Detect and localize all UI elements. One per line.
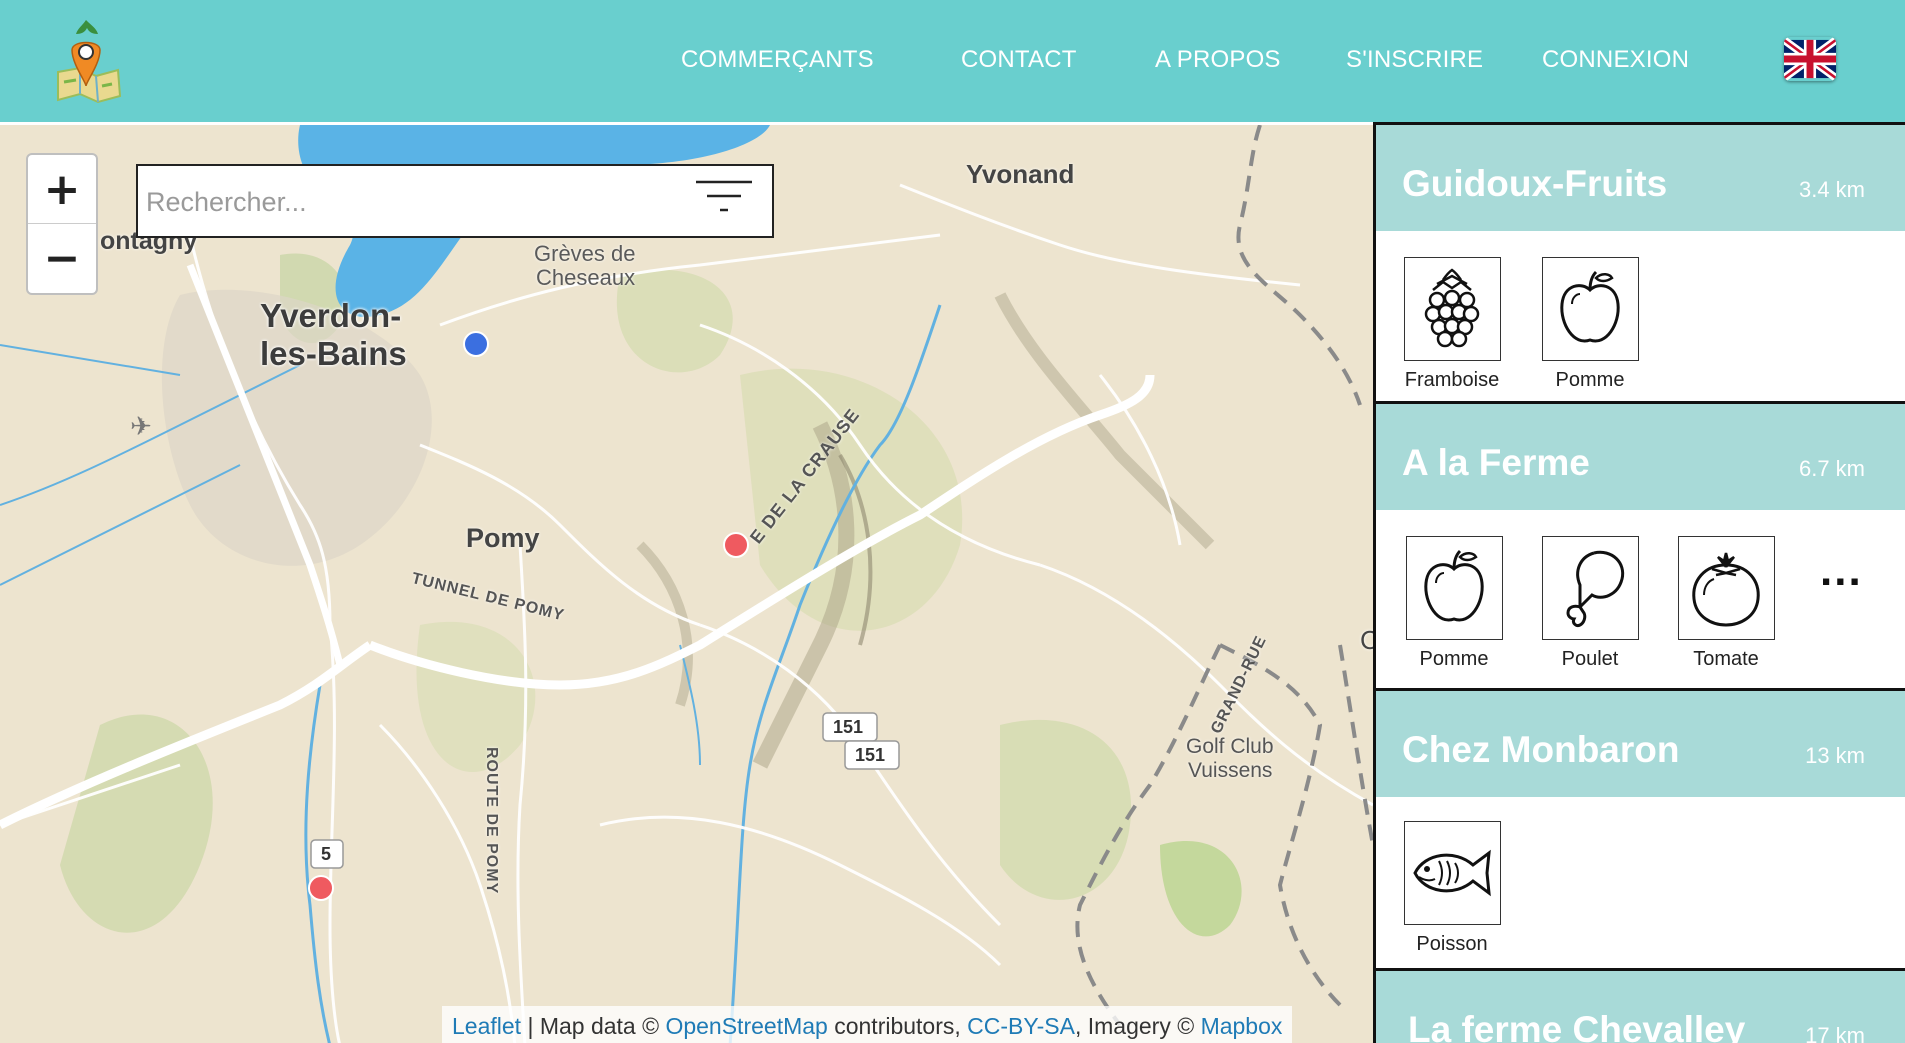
nav-commercants[interactable]: COMMERÇANTS bbox=[681, 46, 874, 74]
shop-list-sidebar: Guidoux-Fruits 3.4 km Framboise Pomme A … bbox=[1373, 122, 1905, 1043]
fish-icon[interactable] bbox=[1403, 821, 1501, 925]
product-item[interactable]: Pomme bbox=[1540, 257, 1640, 392]
product-label: Poulet bbox=[1561, 648, 1619, 670]
map-label-yverdon-2: les-Bains bbox=[260, 335, 407, 372]
shop-card[interactable]: Chez Monbaron 13 km Poisson bbox=[1376, 691, 1905, 971]
map-label-golf-2: Vuissens bbox=[1188, 759, 1273, 782]
product-item[interactable]: Pomme bbox=[1404, 536, 1504, 671]
road-number-151-b: 151 bbox=[855, 745, 886, 765]
zoom-control: + − bbox=[26, 153, 98, 295]
user-location-marker[interactable] bbox=[463, 331, 489, 357]
more-products-button[interactable]: ... bbox=[1820, 546, 1863, 596]
shop-card[interactable]: La ferme Chevalley 17 km bbox=[1376, 971, 1905, 1043]
carrot-map-pin-icon[interactable] bbox=[52, 16, 122, 104]
shop-name: Chez Monbaron bbox=[1402, 729, 1680, 770]
map-tiles: ✈ bbox=[0, 125, 1373, 1043]
map-label-pomy: Pomy bbox=[466, 523, 540, 553]
leaflet-link[interactable]: Leaflet bbox=[452, 1013, 521, 1040]
map-label-greves-2: Grèves de bbox=[534, 241, 636, 266]
shop-products: Pomme Poulet Tomate ... bbox=[1376, 510, 1905, 688]
map-label-yvonand: Yvonand bbox=[966, 159, 1075, 189]
shop-card[interactable]: Guidoux-Fruits 3.4 km Framboise Pomme bbox=[1376, 125, 1905, 404]
shop-card[interactable]: A la Ferme 6.7 km Pomme Poulet Tomate ..… bbox=[1376, 404, 1905, 691]
shop-distance: 13 km bbox=[1805, 743, 1865, 768]
product-item[interactable]: Poisson bbox=[1402, 821, 1502, 956]
attribution-text: , Imagery © bbox=[1074, 1012, 1201, 1039]
apple-icon[interactable] bbox=[1405, 536, 1503, 640]
product-label: Framboise bbox=[1404, 369, 1500, 391]
nav-sinscrire[interactable]: S'INSCRIRE bbox=[1346, 46, 1483, 74]
shop-distance: 3.4 km bbox=[1798, 177, 1865, 202]
map-label-edge: C bbox=[1360, 625, 1373, 656]
search-input[interactable] bbox=[146, 178, 686, 226]
shop-marker[interactable] bbox=[723, 532, 749, 558]
uk-flag-icon[interactable] bbox=[1784, 37, 1836, 81]
shop-distance: 17 km bbox=[1805, 1023, 1865, 1043]
top-navbar: COMMERÇANTS CONTACT A PROPOS S'INSCRIRE … bbox=[0, 0, 1905, 122]
zoom-out-button[interactable]: − bbox=[28, 224, 96, 293]
product-label: Pomme bbox=[1555, 369, 1625, 391]
shop-name: A la Ferme bbox=[1402, 442, 1590, 483]
product-item[interactable]: Tomate bbox=[1676, 536, 1776, 671]
raspberry-icon[interactable] bbox=[1403, 257, 1501, 361]
zoom-in-button[interactable]: + bbox=[28, 155, 96, 224]
shop-card-header[interactable]: La ferme Chevalley 17 km bbox=[1376, 971, 1905, 1043]
map-label-route-pomy: ROUTE DE POMY bbox=[483, 747, 500, 895]
product-label: Pomme bbox=[1419, 648, 1489, 670]
shop-name: Guidoux-Fruits bbox=[1402, 163, 1668, 204]
shop-marker[interactable] bbox=[308, 875, 334, 901]
product-label: Tomate bbox=[1693, 648, 1759, 670]
nav-connexion[interactable]: CONNEXION bbox=[1542, 46, 1689, 74]
search-box bbox=[136, 164, 774, 238]
map-label-greves-3: Cheseaux bbox=[536, 265, 636, 290]
tomato-icon[interactable] bbox=[1677, 536, 1775, 640]
mapbox-link[interactable]: Mapbox bbox=[1201, 1013, 1283, 1040]
svg-text:✈: ✈ bbox=[130, 412, 152, 442]
filter-icon[interactable] bbox=[694, 178, 754, 218]
openstreetmap-link[interactable]: OpenStreetMap bbox=[665, 1013, 827, 1040]
map-label-golf-1: Golf Club bbox=[1186, 735, 1274, 758]
chicken-leg-icon[interactable] bbox=[1541, 536, 1639, 640]
shop-card-header[interactable]: Guidoux-Fruits 3.4 km bbox=[1376, 125, 1905, 231]
shop-products: Poisson bbox=[1376, 797, 1905, 968]
license-link[interactable]: CC-BY-SA bbox=[967, 1013, 1075, 1040]
shop-name: La ferme Chevalley bbox=[1408, 1009, 1746, 1043]
shop-card-header[interactable]: Chez Monbaron 13 km bbox=[1376, 691, 1905, 797]
shop-card-header[interactable]: A la Ferme 6.7 km bbox=[1376, 404, 1905, 510]
product-item[interactable]: Framboise bbox=[1402, 257, 1502, 392]
shop-distance: 6.7 km bbox=[1798, 456, 1865, 481]
attribution-text: contributors, bbox=[827, 1012, 968, 1039]
attribution-text: | Map data © bbox=[521, 1012, 666, 1039]
nav-a-propos[interactable]: A PROPOS bbox=[1155, 46, 1281, 74]
apple-icon[interactable] bbox=[1541, 257, 1639, 361]
nav-contact[interactable]: CONTACT bbox=[961, 46, 1077, 74]
map-attribution: Leaflet | Map data © OpenStreetMap contr… bbox=[442, 1006, 1293, 1043]
road-number-151: 151 bbox=[833, 717, 864, 737]
product-label: Poisson bbox=[1416, 933, 1488, 955]
map-label-yverdon: Yverdon- bbox=[260, 297, 402, 334]
shop-products: Framboise Pomme bbox=[1376, 231, 1905, 401]
road-number-5: 5 bbox=[321, 844, 332, 864]
map-view[interactable]: ✈ Yverdon- les-Bains ontagny Yvonand nat… bbox=[0, 122, 1373, 1043]
road-shield bbox=[310, 712, 900, 869]
product-item[interactable]: Poulet bbox=[1540, 536, 1640, 671]
